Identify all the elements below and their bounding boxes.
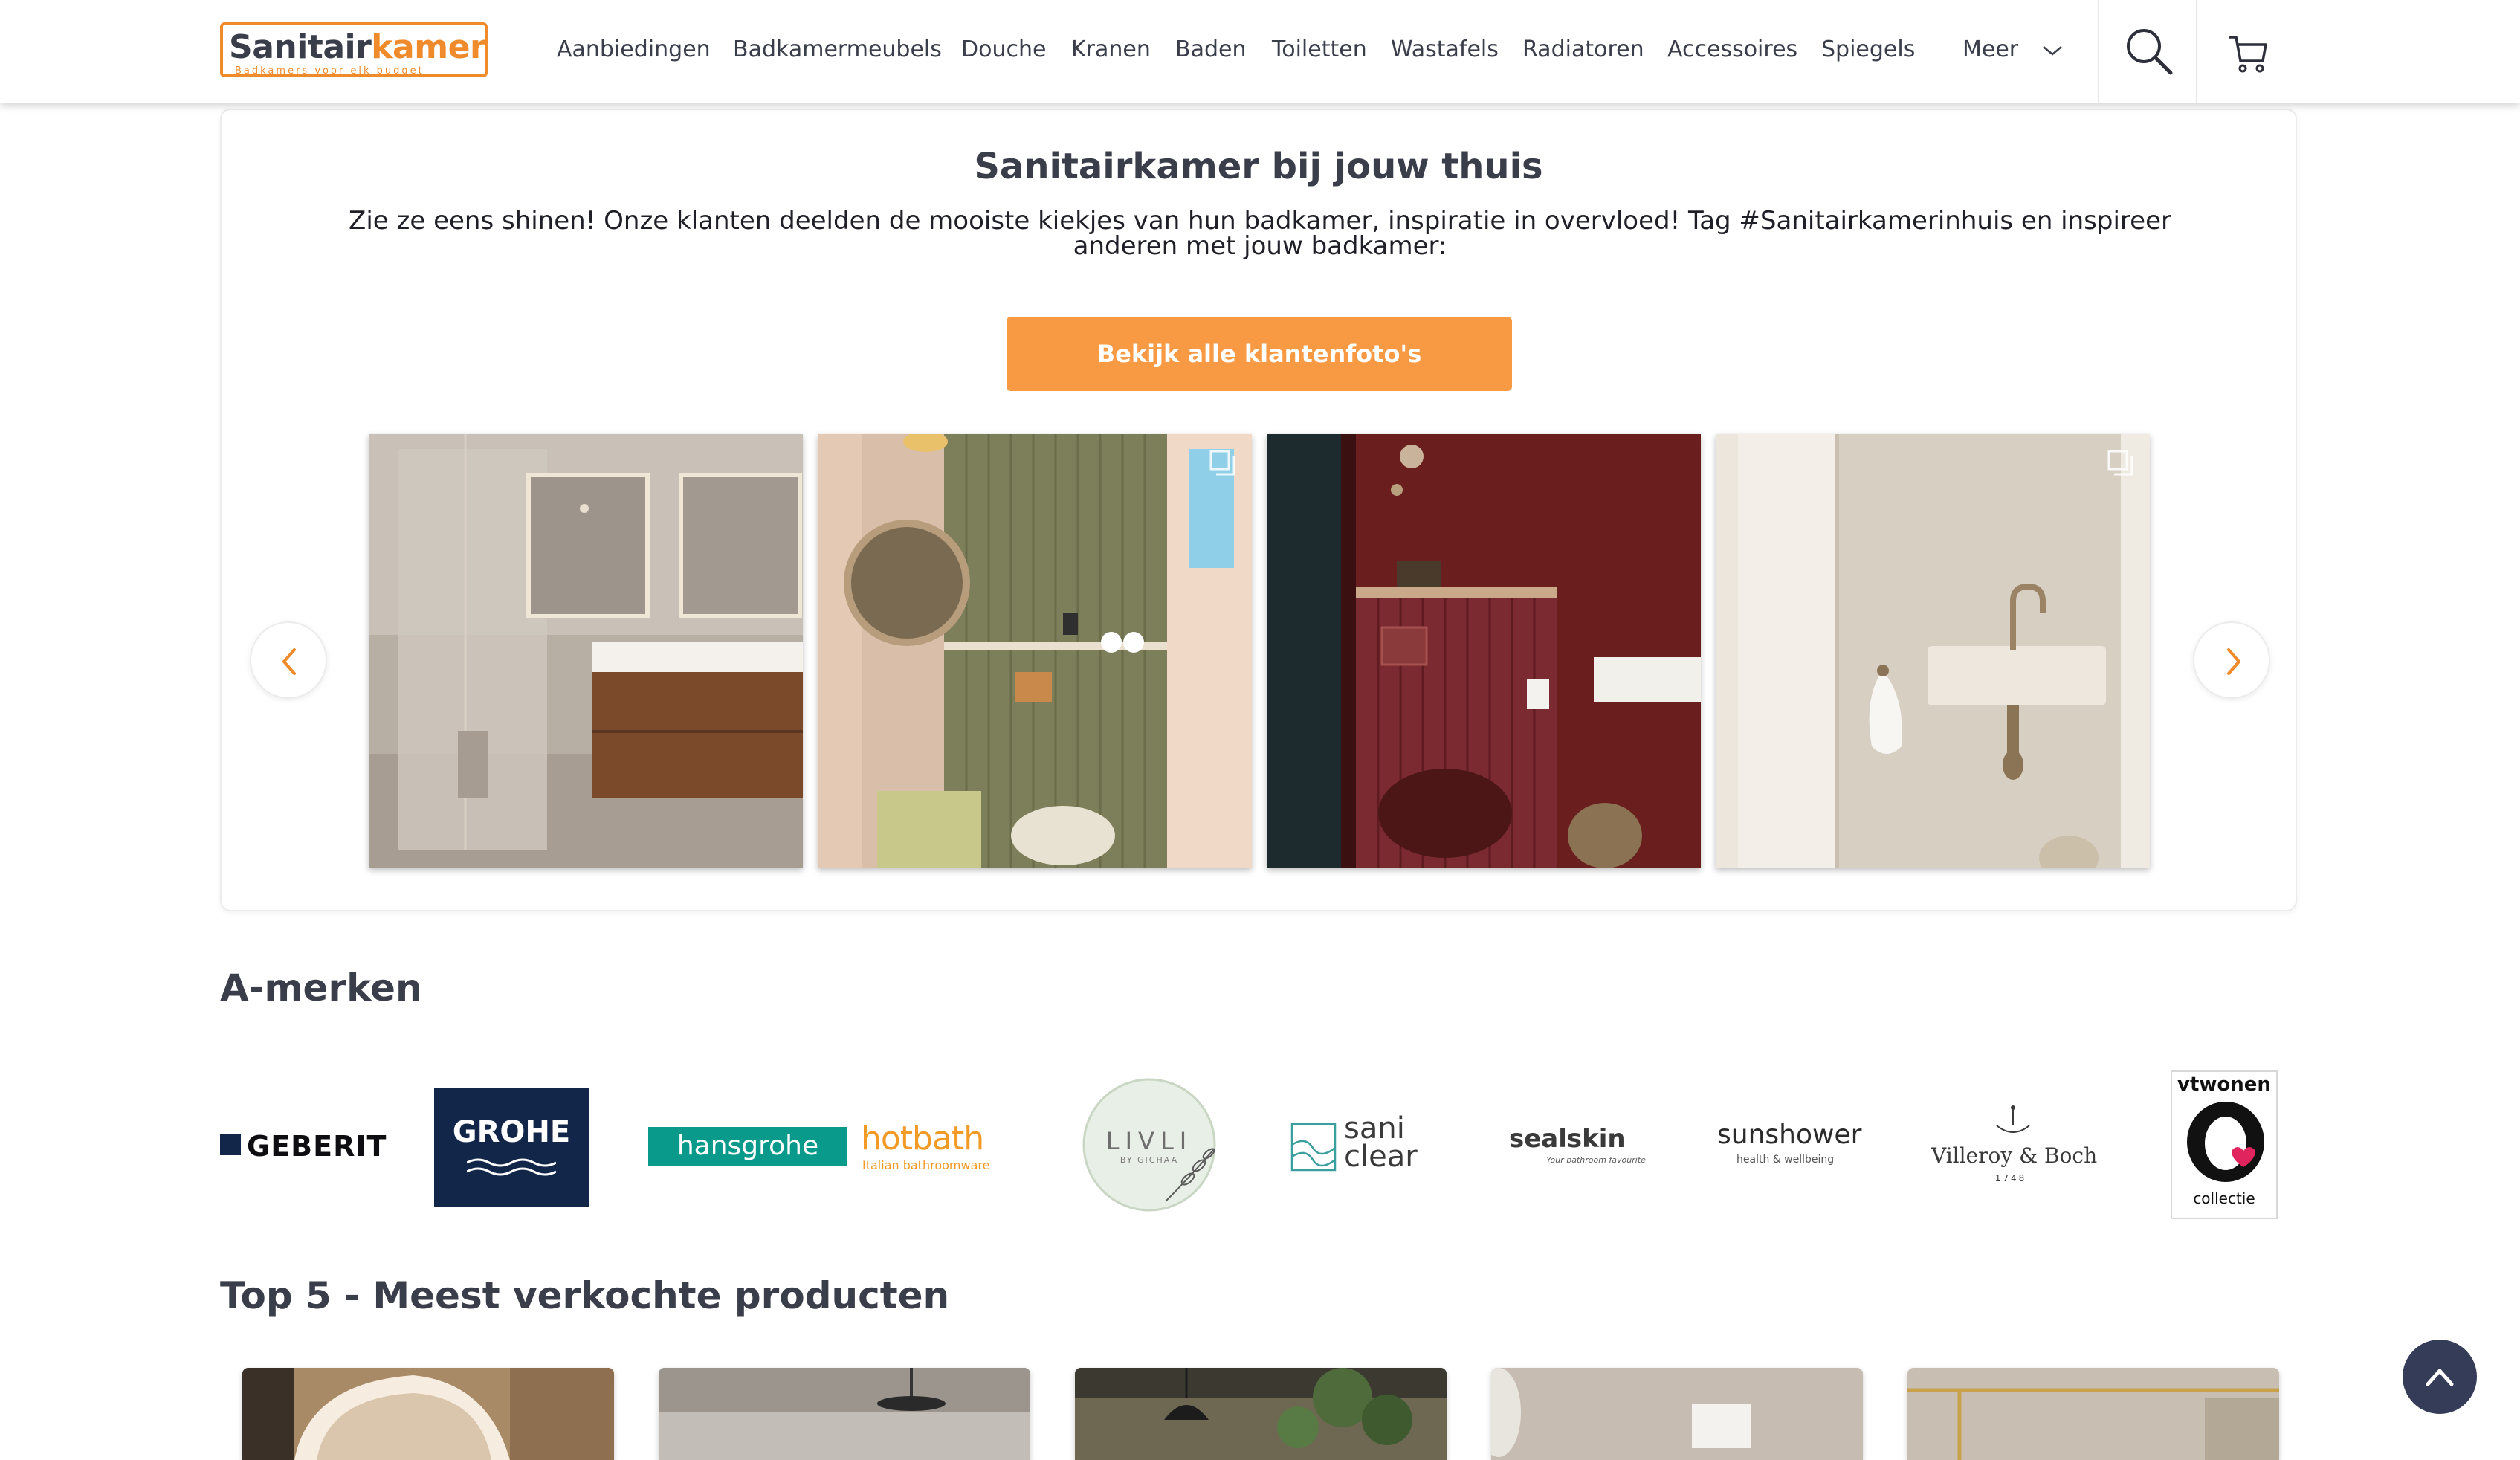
carousel-prev-button[interactable]: [250, 621, 327, 699]
nav-item-toiletten[interactable]: Toiletten: [1272, 34, 1367, 65]
brand-livli-tagline: BY GICHAA: [1120, 1155, 1179, 1165]
nav-item-aanbiedingen[interactable]: Aanbiedingen: [557, 34, 711, 65]
site-header: Sanitairkamer Badkamers voor elk budget …: [0, 0, 2520, 103]
customer-photo-fountain-basin[interactable]: [1716, 434, 2150, 868]
nav-item-radiatoren[interactable]: Radiatoren: [1522, 34, 1644, 65]
gallery-icon: [2107, 450, 2133, 476]
nav-more-dropdown[interactable]: Meer: [1962, 34, 2063, 65]
brand-vtwonen-tagline: collectie: [2193, 1189, 2255, 1207]
brand-saniclear[interactable]: sani clear: [1290, 1070, 1444, 1219]
cart-button[interactable]: [2226, 31, 2278, 83]
customer-photo-green-tiles[interactable]: [818, 434, 1252, 868]
product-image: [659, 1368, 1030, 1460]
gallery-icon: [1209, 450, 1235, 476]
brand-hotbath-label: hotbath: [861, 1120, 984, 1157]
brand-villeroy-boch-label: Villeroy & Boch: [1931, 1143, 2098, 1168]
brand-hansgrohe-label: hansgrohe: [648, 1127, 847, 1166]
cart-icon: [2229, 36, 2267, 73]
search-button[interactable]: [2123, 25, 2175, 77]
grohe-logo-box: GROHE: [434, 1088, 589, 1207]
brand-sealskin-label: sealskin: [1509, 1124, 1626, 1154]
vtwonen-logo-box: vtwonen collectie: [2171, 1070, 2278, 1219]
logo-wordmark: Sanitairkamer: [229, 28, 486, 66]
customer-photos-title: Sanitairkamer bij jouw thuis: [974, 146, 1543, 187]
brand-livli-label: LIVLI: [1105, 1127, 1193, 1155]
customer-photo-shower[interactable]: [369, 434, 803, 868]
brand-villeroy-boch-tagline: 1748: [1994, 1173, 2027, 1183]
customer-photo-burgundy-toilet[interactable]: [1267, 434, 1701, 868]
nav-item-baden[interactable]: Baden: [1175, 34, 1246, 65]
carousel-next-button[interactable]: [2193, 621, 2270, 699]
customer-photos-section: Sanitairkamer bij jouw thuis Zie ze eens…: [220, 109, 2297, 911]
nav-item-badkamermeubels[interactable]: Badkamermeubels: [733, 34, 942, 65]
brand-geberit[interactable]: GEBERIT: [220, 1070, 386, 1219]
brand-sunshower-label: sunshower: [1717, 1120, 1862, 1150]
brand-saniclear-label-2: clear: [1344, 1140, 1418, 1174]
product-card[interactable]: [242, 1368, 614, 1460]
product-image: [1491, 1368, 1863, 1460]
brand-livli[interactable]: LIVLI BY GICHAA: [1076, 1070, 1232, 1219]
customer-photos-description: Zie ze eens shinen! Onze klanten deelden…: [349, 206, 2171, 261]
brands-title: A-merken: [220, 966, 422, 1010]
brand-grohe-label: GROHE: [452, 1115, 571, 1149]
villeroy-boch-emblem-icon: [1996, 1105, 2030, 1133]
back-to-top-button[interactable]: [2403, 1340, 2477, 1414]
brand-villeroy-boch[interactable]: Villeroy & Boch 1748: [1931, 1070, 2098, 1219]
saniclear-wave-icon: [1290, 1123, 1337, 1172]
chevron-up-icon: [2426, 1369, 2454, 1386]
product-card[interactable]: [1907, 1368, 2279, 1460]
brand-hotbath[interactable]: hotbath Italian bathroomware: [861, 1070, 998, 1219]
nav-item-wastafels[interactable]: Wastafels: [1391, 34, 1499, 65]
product-card[interactable]: [1491, 1368, 1863, 1460]
view-customer-photos-button[interactable]: Bekijk alle klantenfoto's: [1007, 317, 1512, 391]
chevron-down-icon: [2042, 45, 2062, 56]
brand-sealskin[interactable]: sealskin Your bathroom favourite: [1509, 1070, 1656, 1219]
brand-hansgrohe[interactable]: hansgrohe: [648, 1070, 847, 1219]
chevron-left-icon: [282, 648, 296, 675]
grohe-wave-icon: [467, 1158, 556, 1176]
nav-item-accessoires[interactable]: Accessoires: [1667, 34, 1797, 65]
nav-item-douche[interactable]: Douche: [961, 34, 1046, 65]
brand-sunshower[interactable]: sunshower health & wellbeing: [1717, 1070, 1876, 1219]
brand-hotbath-tagline: Italian bathroomware: [862, 1158, 990, 1172]
brand-sunshower-tagline: health & wellbeing: [1736, 1154, 1835, 1166]
nav-more-label: Meer: [1962, 36, 2019, 62]
product-image: [1907, 1368, 2279, 1460]
brand-grohe[interactable]: GROHE: [434, 1070, 589, 1219]
brand-sealskin-tagline: Your bathroom favourite: [1546, 1155, 1646, 1165]
site-logo[interactable]: Sanitairkamer Badkamers voor elk budget: [220, 22, 488, 77]
brand-geberit-label: GEBERIT: [247, 1130, 387, 1163]
chevron-right-icon: [2227, 648, 2240, 675]
top-products-title: Top 5 - Meest verkochte producten: [220, 1274, 950, 1317]
product-image: [1075, 1368, 1447, 1460]
nav-item-spiegels[interactable]: Spiegels: [1821, 34, 1915, 65]
brand-vtwonen-label: vtwonen: [2177, 1073, 2271, 1096]
brand-saniclear-label: sani: [1344, 1111, 1405, 1146]
brand-vtwonen[interactable]: vtwonen collectie: [2171, 1070, 2278, 1219]
header-divider: [2196, 0, 2197, 103]
geberit-square-icon: [220, 1134, 241, 1155]
product-card[interactable]: [659, 1368, 1030, 1460]
vtwonen-o-icon: [2187, 1102, 2264, 1182]
logo-tagline: Badkamers voor elk budget: [235, 65, 424, 77]
search-icon: [2127, 29, 2173, 75]
nav-item-kranen[interactable]: Kranen: [1071, 34, 1151, 65]
header-divider: [2098, 0, 2099, 103]
product-image: [242, 1368, 614, 1460]
product-card[interactable]: [1075, 1368, 1447, 1460]
